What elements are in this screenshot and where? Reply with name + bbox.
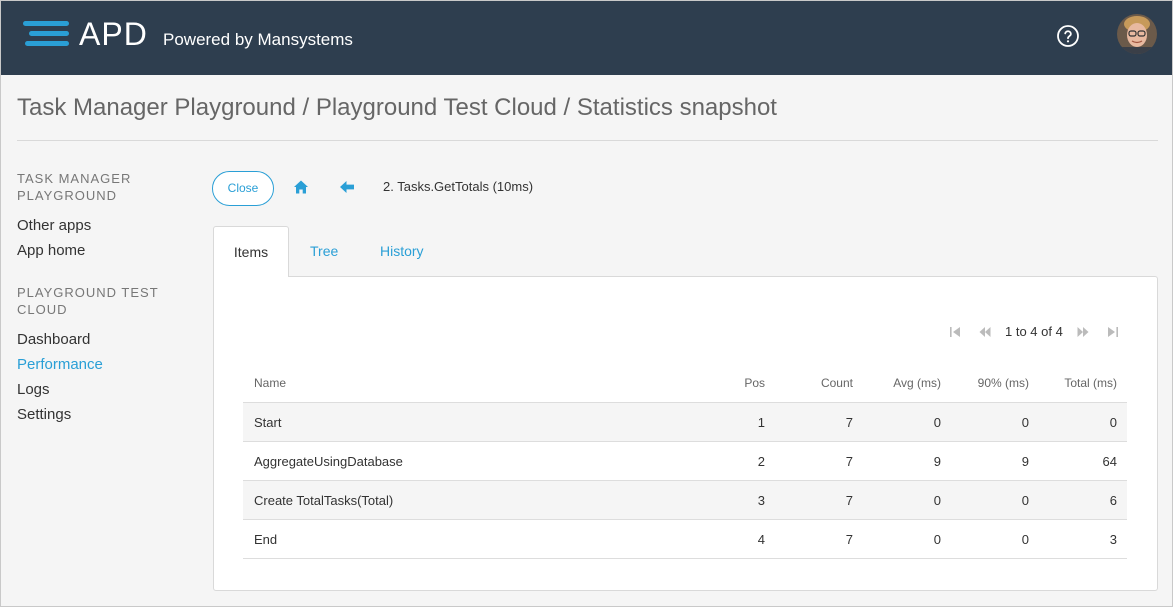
- current-node-label: 2. Tasks.GetTotals (10ms): [383, 179, 534, 194]
- column-header-avg[interactable]: Avg (ms): [893, 364, 941, 403]
- cell-p90: 0: [1021, 415, 1029, 430]
- cell-total: 0: [1109, 415, 1117, 430]
- cell-count: 7: [845, 415, 853, 430]
- sidebar-item-dashboard[interactable]: Dashboard: [17, 331, 90, 349]
- cell-p90: 9: [1021, 454, 1029, 469]
- cell-pos: 4: [757, 532, 765, 547]
- apd-logo-icon[interactable]: [23, 19, 71, 49]
- cell-pos: 3: [757, 493, 765, 508]
- cell-avg: 0: [933, 415, 941, 430]
- brand-name[interactable]: APD: [79, 16, 148, 52]
- cell-pos: 1: [757, 415, 765, 430]
- cell-total: 6: [1109, 493, 1117, 508]
- column-header-pos[interactable]: Pos: [744, 364, 765, 403]
- cell-count: 7: [845, 454, 853, 469]
- column-header-name[interactable]: Name: [254, 364, 286, 403]
- cell-name: End: [254, 532, 278, 547]
- tab-items[interactable]: Items: [213, 226, 289, 277]
- table-row[interactable]: AggregateUsingDatabase 2 7 9 9 64: [243, 442, 1127, 481]
- statistics-table: Name Pos Count Avg (ms) 90% (ms) Total (…: [243, 364, 1127, 559]
- cell-total: 3: [1109, 532, 1117, 547]
- powered-by-text: Powered by Mansystems: [163, 30, 353, 49]
- sidebar-item-logs[interactable]: Logs: [17, 381, 50, 399]
- sidebar-item-settings[interactable]: Settings: [17, 406, 71, 424]
- first-page-icon[interactable]: [949, 326, 961, 338]
- tab-history[interactable]: History: [380, 226, 424, 277]
- cell-p90: 0: [1021, 532, 1029, 547]
- pager-summary: 1 to 4 of 4: [1005, 324, 1063, 339]
- cell-p90: 0: [1021, 493, 1029, 508]
- last-page-icon[interactable]: [1107, 326, 1119, 338]
- cell-name: Start: [254, 415, 282, 430]
- sidebar-section-heading: PLAYGROUND TEST CLOUD: [17, 285, 159, 317]
- cell-name: AggregateUsingDatabase: [254, 454, 403, 469]
- tab-tree[interactable]: Tree: [310, 226, 338, 277]
- table-row[interactable]: End 4 7 0 0 3: [243, 520, 1127, 559]
- user-avatar[interactable]: [1117, 14, 1157, 54]
- cell-avg: 9: [933, 454, 941, 469]
- cell-count: 7: [845, 532, 853, 547]
- previous-page-icon[interactable]: [979, 326, 991, 338]
- sidebar-section-heading: TASK MANAGER PLAYGROUND: [17, 171, 132, 203]
- cell-pos: 2: [757, 454, 765, 469]
- cell-count: 7: [845, 493, 853, 508]
- table-row[interactable]: Create TotalTasks(Total) 3 7 0 0 6: [243, 481, 1127, 520]
- top-bar: APD Powered by Mansystems: [1, 1, 1172, 75]
- column-header-p90[interactable]: 90% (ms): [978, 364, 1029, 403]
- sidebar-item-app-home[interactable]: App home: [17, 242, 85, 260]
- page-title: Task Manager Playground / Playground Tes…: [17, 94, 777, 121]
- sidebar-item-other-apps[interactable]: Other apps: [17, 217, 91, 235]
- table-header: Name Pos Count Avg (ms) 90% (ms) Total (…: [243, 364, 1127, 403]
- sidebar-item-performance[interactable]: Performance: [17, 356, 103, 374]
- next-page-icon[interactable]: [1077, 326, 1089, 338]
- table-row[interactable]: Start 1 7 0 0 0: [243, 403, 1127, 442]
- cell-total: 64: [1102, 454, 1117, 469]
- column-header-total[interactable]: Total (ms): [1064, 364, 1117, 403]
- arrow-left-icon[interactable]: [339, 180, 355, 194]
- cell-name: Create TotalTasks(Total): [254, 493, 394, 508]
- column-header-count[interactable]: Count: [821, 364, 853, 403]
- title-divider: [17, 140, 1158, 141]
- close-button[interactable]: Close: [212, 171, 274, 206]
- home-icon[interactable]: [293, 179, 309, 195]
- cell-avg: 0: [933, 493, 941, 508]
- cell-avg: 0: [933, 532, 941, 547]
- help-icon[interactable]: [1056, 24, 1080, 48]
